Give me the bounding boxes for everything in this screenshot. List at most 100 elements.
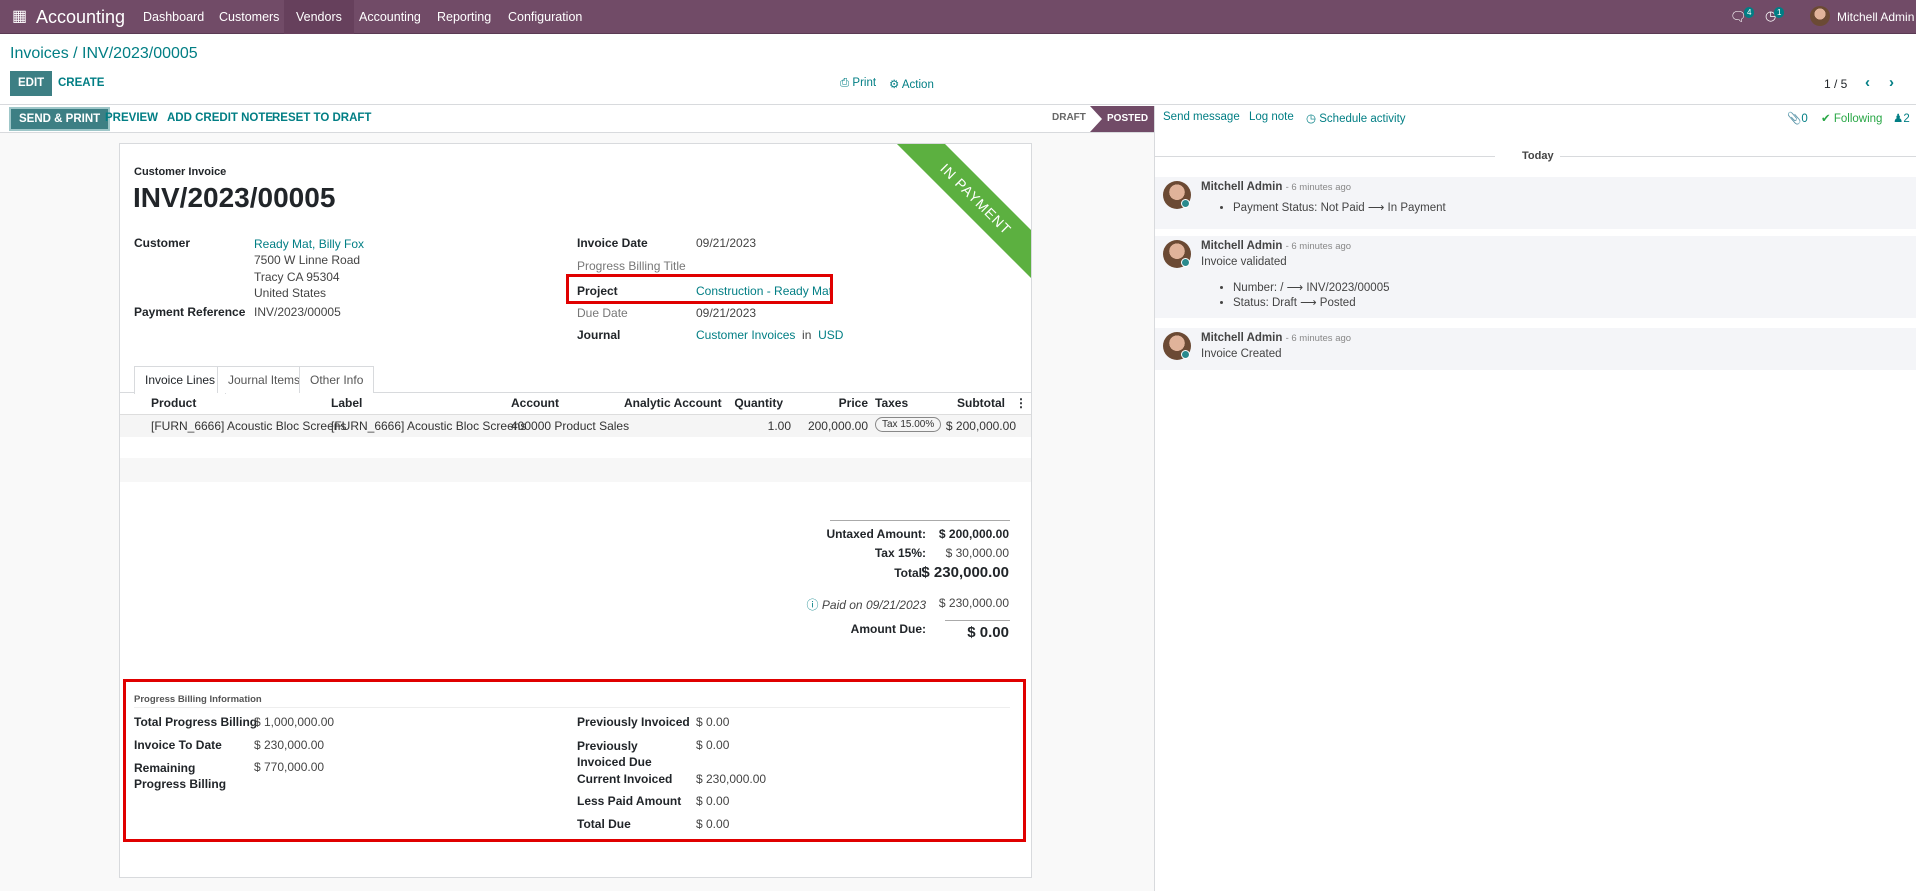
- col-label[interactable]: Label: [331, 396, 362, 410]
- menu-vendors[interactable]: Vendors: [284, 0, 354, 34]
- cell-product[interactable]: [FURN_6666] Acoustic Bloc Screens: [151, 419, 346, 433]
- progress-section-title: Progress Billing Information: [134, 694, 262, 705]
- tracking-item: Payment Status: Not Paid ⟶ In Payment: [1233, 200, 1446, 214]
- payment-reference-value[interactable]: INV/2023/00005: [254, 305, 341, 319]
- cell-label[interactable]: [FURN_6666] Acoustic Bloc Screens: [331, 419, 526, 433]
- action-label: Action: [901, 79, 934, 91]
- column-options-icon[interactable]: ⋮: [1015, 396, 1027, 410]
- create-button[interactable]: CREATE: [58, 71, 104, 95]
- following-button[interactable]: ✔ Following: [1821, 111, 1882, 125]
- pager-prev-icon[interactable]: ‹: [1865, 74, 1870, 91]
- tax-value: $ 30,000.00: [945, 546, 1009, 560]
- schedule-activity-label: Schedule activity: [1319, 113, 1406, 125]
- col-taxes[interactable]: Taxes: [875, 396, 908, 410]
- info-icon[interactable]: ⓘ: [807, 598, 819, 612]
- less-paid-amount-label: Less Paid Amount: [577, 794, 682, 808]
- tax-label: Tax 15%:: [874, 546, 926, 560]
- menu-accounting[interactable]: Accounting: [347, 0, 433, 34]
- menu-dashboard[interactable]: Dashboard: [131, 0, 216, 34]
- invoice-date-value[interactable]: 09/21/2023: [696, 236, 756, 250]
- print-button[interactable]: ⎙ Print: [840, 77, 876, 90]
- currency-value[interactable]: USD: [818, 328, 843, 342]
- col-analytic[interactable]: Analytic Account: [624, 396, 722, 410]
- amount-due-label: Amount Due:: [850, 622, 926, 636]
- message-author[interactable]: Mitchell Admin: [1201, 240, 1282, 252]
- tax-tag[interactable]: Tax 15.00%: [875, 417, 942, 432]
- customer-name[interactable]: Ready Mat, Billy Fox: [254, 236, 364, 252]
- menu-reporting[interactable]: Reporting: [425, 0, 503, 34]
- invoice-sheet: IN PAYMENT Customer Invoice INV/2023/000…: [119, 143, 1032, 878]
- tab-journal-items[interactable]: Journal Items: [217, 366, 312, 393]
- col-product[interactable]: Product: [151, 396, 196, 410]
- customer-address[interactable]: Ready Mat, Billy Fox 7500 W Linne Road T…: [254, 236, 364, 301]
- col-quantity[interactable]: Quantity: [734, 396, 783, 410]
- cell-quantity[interactable]: 1.00: [768, 419, 791, 433]
- due-date-value[interactable]: 09/21/2023: [696, 306, 756, 320]
- invoice-number: INV/2023/00005: [133, 182, 336, 213]
- attachments-button[interactable]: 📎0: [1787, 111, 1808, 125]
- tab-invoice-lines[interactable]: Invoice Lines: [134, 366, 227, 394]
- pager-value[interactable]: 1 / 5: [1824, 77, 1847, 91]
- cell-price[interactable]: 200,000.00: [808, 419, 868, 433]
- invoice-to-date-value: $ 230,000.00: [254, 738, 325, 752]
- in-payment-ribbon: IN PAYMENT: [896, 144, 1031, 279]
- send-print-button[interactable]: SEND & PRINT: [9, 107, 111, 131]
- previously-invoiced-value: $ 0.00: [696, 715, 730, 729]
- user-avatar[interactable]: [1810, 6, 1830, 26]
- log-note-button[interactable]: Log note: [1249, 111, 1294, 123]
- current-invoiced-label: Current Invoiced: [577, 772, 673, 786]
- menu-configuration[interactable]: Configuration: [496, 0, 594, 34]
- cell-account[interactable]: 400000 Product Sales: [511, 419, 629, 433]
- untaxed-value: $ 200,000.00: [938, 527, 1009, 541]
- highlight-project: [566, 274, 833, 304]
- message-author[interactable]: Mitchell Admin: [1201, 332, 1282, 344]
- cell-subtotal[interactable]: $ 200,000.00: [946, 419, 1016, 433]
- journal-label: Journal: [577, 328, 621, 342]
- top-navbar: ▦ Accounting Dashboard Customers Vendors…: [0, 0, 1916, 34]
- total-due-value: $ 0.00: [696, 817, 730, 831]
- followers-button[interactable]: ♟2: [1893, 111, 1910, 125]
- pager-next-icon[interactable]: ›: [1889, 74, 1894, 91]
- previously-invoiced-due-value: $ 0.00: [696, 738, 730, 752]
- total-progress-billing-value: $ 1,000,000.00: [254, 715, 335, 729]
- tracking-item: Number: / ⟶ INV/2023/00005: [1233, 281, 1390, 296]
- paid-label: Paid on 09/21/2023: [821, 598, 926, 612]
- status-draft: DRAFT: [1052, 112, 1086, 123]
- remaining-progress-billing-label: Remaining Progress Billing: [134, 761, 227, 791]
- message-author[interactable]: Mitchell Admin: [1201, 181, 1282, 193]
- send-message-button[interactable]: Send message: [1163, 111, 1240, 123]
- col-subtotal[interactable]: Subtotal: [957, 396, 1005, 410]
- breadcrumb-invoices[interactable]: Invoices: [10, 45, 69, 62]
- journal-value[interactable]: Customer Invoices: [696, 328, 795, 342]
- empty-row: [120, 458, 1031, 482]
- schedule-activity-button[interactable]: ◷ Schedule activity: [1306, 111, 1406, 125]
- remaining-progress-billing-value: $ 770,000.00: [254, 760, 325, 774]
- message-header: Mitchell Admin - 6 minutes ago: [1201, 181, 1351, 193]
- tracking-list: Number: / ⟶ INV/2023/00005Status: Draft …: [1233, 281, 1390, 311]
- tab-other-info[interactable]: Other Info: [299, 366, 375, 393]
- journal-in: in: [802, 328, 812, 342]
- message-header: Mitchell Admin - 6 minutes ago: [1201, 332, 1351, 344]
- tracking-item: Status: Draft ⟶ Posted: [1233, 296, 1390, 311]
- col-price[interactable]: Price: [839, 396, 868, 410]
- paid-value: $ 230,000.00: [938, 596, 1009, 610]
- preview-button[interactable]: PREVIEW: [105, 106, 158, 130]
- journal-field[interactable]: Customer Invoices in USD: [696, 328, 843, 342]
- add-credit-note-button[interactable]: ADD CREDIT NOTE: [167, 106, 273, 130]
- message-item: Mitchell Admin - 6 minutes ago Payment S…: [1155, 177, 1916, 229]
- col-account[interactable]: Account: [511, 396, 559, 410]
- message-time: - 6 minutes ago: [1285, 241, 1352, 252]
- edit-button[interactable]: EDIT: [10, 71, 53, 96]
- breadcrumb: Invoices / INV/2023/00005: [10, 45, 198, 63]
- progress-billing-title-label: Progress Billing Title: [577, 259, 686, 273]
- paperclip-icon: 📎: [1787, 113, 1802, 125]
- untaxed-label: Untaxed Amount:: [826, 527, 926, 541]
- action-button[interactable]: ⚙ Action: [889, 77, 934, 91]
- followers-count: 2: [1903, 113, 1910, 125]
- app-title[interactable]: Accounting: [24, 0, 137, 34]
- user-name[interactable]: Mitchell Admin: [1837, 10, 1914, 24]
- message-time: - 6 minutes ago: [1285, 333, 1352, 344]
- reset-to-draft-button[interactable]: RESET TO DRAFT: [272, 106, 371, 130]
- menu-customers[interactable]: Customers: [207, 0, 291, 34]
- message-body: Invoice validated: [1201, 256, 1287, 268]
